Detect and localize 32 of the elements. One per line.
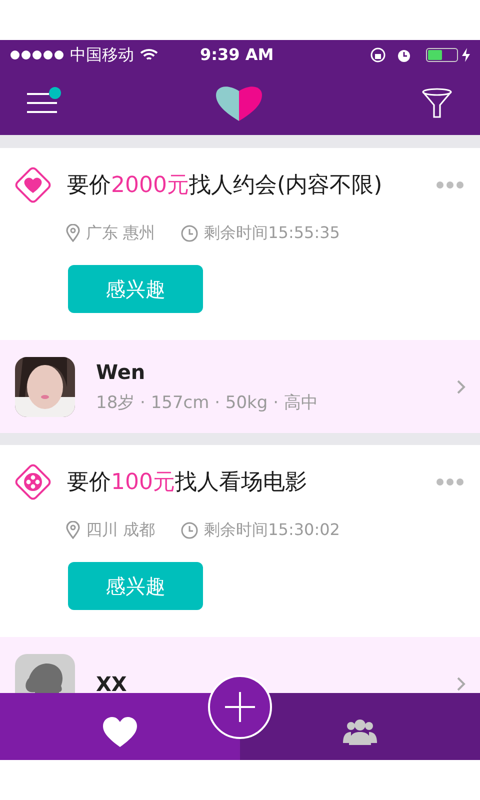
location-pin-icon	[66, 224, 80, 242]
location-text: 广东 惠州	[86, 222, 156, 244]
charging-icon	[462, 48, 470, 62]
chevron-right-icon	[456, 378, 466, 394]
post-title: 要价2000元找人约会(内容不限)	[67, 172, 382, 200]
wifi-icon	[140, 48, 158, 62]
carrier-name: 中国移动	[70, 44, 134, 66]
battery-icon	[426, 48, 458, 62]
user-name: XX	[96, 670, 128, 693]
clock-icon	[181, 224, 198, 242]
user-name: Wen	[96, 358, 146, 386]
user-row[interactable]: XX	[0, 637, 480, 693]
clock-icon	[181, 522, 198, 538]
heart-icon	[103, 716, 137, 746]
chevron-right-icon	[456, 676, 466, 692]
alarm-icon	[396, 47, 412, 63]
time-left-text: 剩余时间15:55:35	[204, 222, 340, 244]
location-text: 四川 成都	[86, 519, 156, 541]
location-pin-icon	[66, 521, 80, 539]
user-row[interactable]: Wen 18岁 · 157cm · 50kg · 高中	[0, 340, 480, 433]
plus-icon	[225, 692, 255, 722]
time-left-text: 剩余时间15:30:02	[204, 519, 340, 541]
tab[interactable]	[240, 693, 480, 760]
rotation-lock-icon	[370, 47, 386, 63]
post-title: 要价100元找人看场电影	[67, 468, 307, 496]
clock-time: 9:39 AM	[200, 44, 274, 66]
people-icon	[343, 718, 377, 744]
signal-icon	[10, 50, 66, 60]
tab[interactable]	[0, 693, 240, 760]
filter-icon[interactable]	[421, 86, 453, 118]
heart-logo-icon	[216, 84, 262, 120]
user-details: 18岁 · 157cm · 50kg · 高中	[96, 392, 319, 415]
